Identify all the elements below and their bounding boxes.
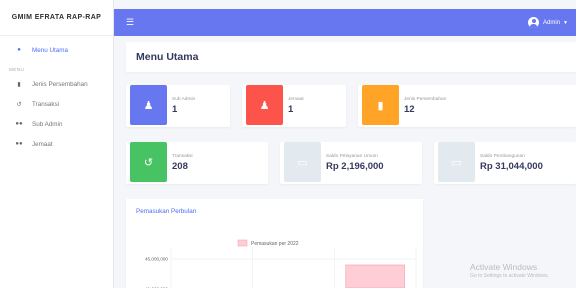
- stat-card-saldo-pelayanan-umum: ▭ Saldo Pelayanan Umum Rp 2,196,000: [280, 142, 422, 184]
- stat-card-saldo-pembangunan: ▭ Saldo Pembangunan Rp 31,044,000: [434, 142, 576, 184]
- sidebar-item-jenis-persembahan[interactable]: ▮ Jenis Persembahan: [0, 74, 113, 94]
- user-icon: ♟: [246, 85, 283, 125]
- sidebar-item-transaksi[interactable]: ↺ Transaksi: [0, 94, 113, 114]
- sidebar-item-label: Transaksi: [32, 100, 60, 108]
- sidebar-item-label: Menu Utama: [32, 46, 69, 54]
- stat-label: Jemaat: [288, 97, 304, 102]
- stat-card-transaksi: ↺ Transaksi 208: [126, 142, 268, 184]
- avatar: [528, 17, 540, 28]
- chevron-down-icon: ▼: [563, 19, 568, 26]
- stat-card-jenis-persembahan: ▮ Jenis Persembahan 12: [358, 85, 576, 127]
- sidebar-item-jemaat[interactable]: ●● Jemaat: [0, 134, 113, 154]
- income-chart-card: Pemasukan Perbulan Pemasukan per 2022 45…: [126, 199, 423, 288]
- brand-title: GMIM EFRATA RAP-RAP: [0, 0, 113, 36]
- users-icon: ●●: [15, 141, 23, 147]
- fire-icon: ●: [17, 47, 21, 53]
- stat-value: 1: [288, 104, 294, 115]
- windows-activation-watermark: Activate Windows Go to Settings to activ…: [470, 262, 549, 279]
- hamburger-menu-icon[interactable]: ☰: [126, 17, 134, 28]
- sidebar-item-label: Jenis Persembahan: [32, 80, 88, 88]
- sidebar-item-label: Jemaat: [32, 140, 53, 148]
- page-header: Menu Utama: [126, 42, 576, 72]
- stat-label: Saldo Pembangunan: [480, 154, 525, 159]
- page-title: Menu Utama: [136, 51, 199, 63]
- sidebar-section-label: MENU: [9, 67, 25, 72]
- users-icon: ●●: [15, 121, 23, 127]
- income-chart: Pemasukan per 2022 45,000,00040,000,000: [145, 239, 417, 288]
- user-icon: ♟: [130, 85, 167, 125]
- user-menu[interactable]: Admin ▼: [528, 17, 568, 28]
- stat-value: Rp 31,044,000: [480, 161, 543, 172]
- stat-value: Rp 2,196,000: [326, 161, 384, 172]
- stat-value: 12: [404, 104, 415, 115]
- sidebar: GMIM EFRATA RAP-RAP ● Menu Utama MENU ▮ …: [0, 0, 114, 288]
- wallet-icon: ▭: [284, 142, 321, 182]
- file-icon: ▮: [362, 85, 399, 125]
- stat-value: 1: [172, 104, 178, 115]
- legend-label: Pemasukan per 2022: [251, 241, 299, 247]
- stat-card-sub-admin: ♟ Sub Admin 1: [126, 85, 230, 127]
- user-name: Admin: [543, 19, 561, 26]
- top-navbar: ☰ Admin ▼: [114, 9, 576, 36]
- watermark-title: Activate Windows: [470, 262, 538, 272]
- stat-label: Jenis Persembahan: [404, 97, 447, 102]
- wallet-icon: ▭: [438, 142, 475, 182]
- stat-label: Transaksi: [172, 154, 193, 159]
- sidebar-item-menu-utama[interactable]: ● Menu Utama: [0, 40, 113, 60]
- stat-card-jemaat: ♟ Jemaat 1: [242, 85, 346, 127]
- history-icon: ↺: [16, 101, 22, 108]
- history-icon: ↺: [130, 142, 167, 182]
- stat-value: 208: [172, 161, 188, 172]
- stat-label: Sub Admin: [172, 97, 196, 102]
- sidebar-item-label: Sub Admin: [32, 120, 63, 128]
- stat-label: Saldo Pelayanan Umum: [326, 154, 378, 159]
- legend-swatch: [237, 239, 248, 247]
- chart-bar: [345, 264, 405, 288]
- file-icon: ▮: [17, 81, 21, 88]
- sidebar-item-sub-admin[interactable]: ●● Sub Admin: [0, 114, 113, 134]
- watermark-subtitle: Go to Settings to activate Windows.: [470, 273, 549, 279]
- y-tick-label: 45,000,000: [145, 257, 168, 262]
